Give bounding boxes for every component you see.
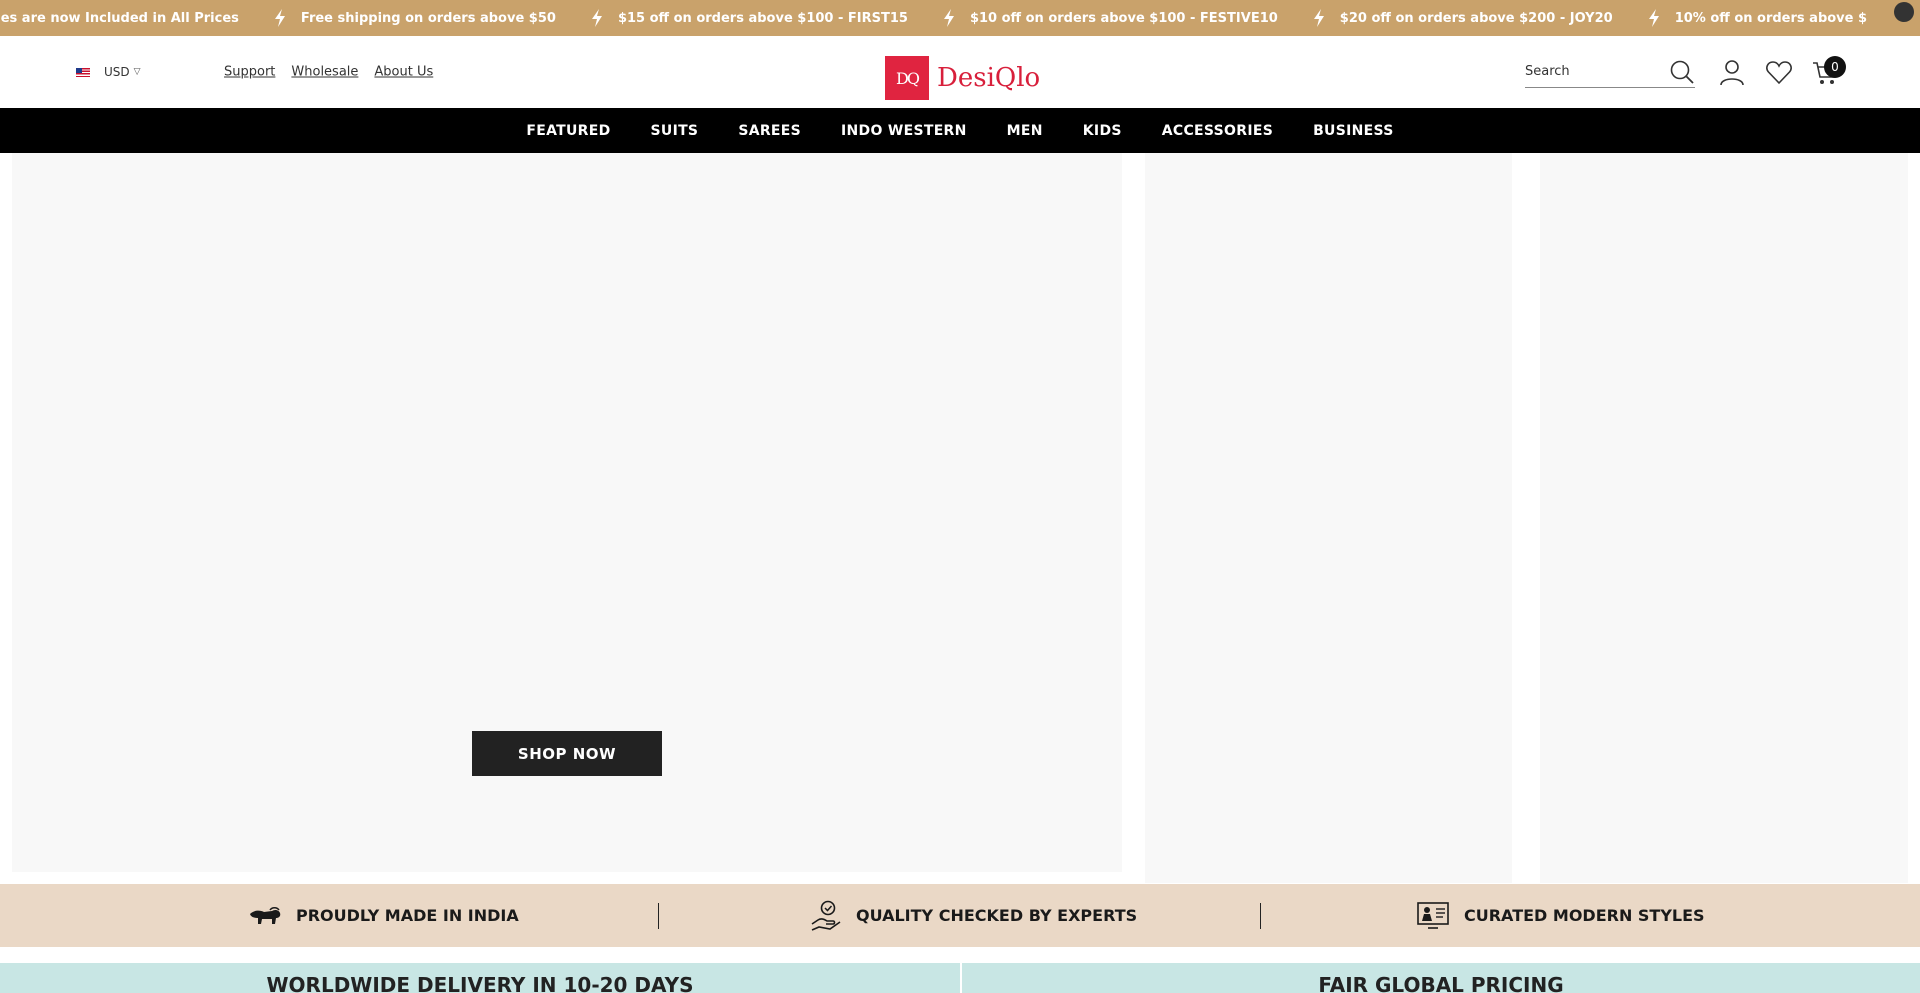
chat-bubble[interactable] xyxy=(1894,2,1914,22)
site-header: USD ▽ Support Wholesale About Us DQ Desi… xyxy=(0,36,1920,108)
announcement-text: $15 off on orders above $100 - FIRST15 xyxy=(617,10,908,26)
cart-count-badge: 0 xyxy=(1824,56,1846,78)
fair-pricing-strip: FAIR GLOBAL PRICING xyxy=(962,963,1920,993)
announcement-item: Free shipping on orders above $50 xyxy=(273,9,556,27)
logo-mark: DQ xyxy=(885,56,929,100)
lightning-icon xyxy=(943,9,954,27)
curated-style-monitor-icon xyxy=(1417,901,1449,929)
strip-label: WORLDWIDE DELIVERY IN 10-20 DAYS xyxy=(266,973,694,993)
nav-item-suits[interactable]: SUITS xyxy=(651,123,699,139)
announcement-item: $15 off on orders above $100 - FIRST15 xyxy=(590,9,908,27)
announcement-item: $20 off on orders above $200 - JOY20 xyxy=(1312,9,1613,27)
nav-item-featured[interactable]: FEATURED xyxy=(526,123,610,139)
lightning-icon xyxy=(1648,9,1659,27)
feature-label: QUALITY CHECKED BY EXPERTS xyxy=(856,906,1138,925)
us-flag-icon xyxy=(76,67,90,77)
logo-text: DesiQlo xyxy=(937,63,1041,93)
search-bar xyxy=(1525,56,1695,88)
announcement-text: Duties are now Included in All Prices xyxy=(0,10,239,26)
worldwide-delivery-strip: WORLDWIDE DELIVERY IN 10-20 DAYS xyxy=(0,963,960,993)
feature-divider xyxy=(658,903,659,929)
features-bar: PROUDLY MADE IN INDIA QUALITY CHECKED BY… xyxy=(0,884,1920,947)
nav-item-sarees[interactable]: SAREES xyxy=(738,123,801,139)
lightning-icon xyxy=(1313,9,1324,27)
announcement-text: $10 off on orders above $100 - FESTIVE10 xyxy=(969,10,1278,26)
nav-item-accessories[interactable]: ACCESSORIES xyxy=(1162,123,1273,139)
currency-label: USD xyxy=(104,65,130,79)
feature-label: PROUDLY MADE IN INDIA xyxy=(296,906,519,925)
announcement-text: 10% off on orders above $ xyxy=(1674,10,1868,26)
search-input[interactable] xyxy=(1525,64,1655,79)
announcement-item: Duties are now Included in All Prices xyxy=(0,11,239,26)
announcement-track: Duties are now Included in All Prices Fr… xyxy=(0,0,1901,36)
hero-side-banner-1[interactable] xyxy=(1145,153,1512,883)
shop-now-button[interactable]: SHOP NOW xyxy=(472,731,662,776)
feature-label: CURATED MODERN STYLES xyxy=(1464,906,1705,925)
chevron-down-icon: ▽ xyxy=(133,67,141,77)
lightning-icon xyxy=(591,9,602,27)
feature-divider xyxy=(1260,903,1261,929)
feature-quality-checked: QUALITY CHECKED BY EXPERTS xyxy=(810,884,1137,947)
nav-item-men[interactable]: MEN xyxy=(1007,123,1043,139)
hero-side-banner-2[interactable] xyxy=(1540,153,1908,883)
announcement-text: Free shipping on orders above $50 xyxy=(300,10,556,26)
lion-icon xyxy=(250,906,281,924)
user-icon[interactable] xyxy=(1718,58,1746,86)
currency-selector[interactable]: USD ▽ xyxy=(76,65,141,79)
feature-curated-styles: CURATED MODERN STYLES xyxy=(1416,884,1705,947)
support-link[interactable]: Support xyxy=(224,65,275,80)
feature-made-in-india: PROUDLY MADE IN INDIA xyxy=(248,884,519,947)
nav-item-business[interactable]: BUSINESS xyxy=(1313,123,1394,139)
announcement-bar: Duties are now Included in All Prices Fr… xyxy=(0,0,1920,36)
nav-item-indo-western[interactable]: INDO WESTERN xyxy=(841,123,967,139)
main-nav: FEATURED SUITS SAREES INDO WESTERN MEN K… xyxy=(0,108,1920,153)
top-links: Support Wholesale About Us xyxy=(224,65,433,80)
wholesale-link[interactable]: Wholesale xyxy=(291,65,358,80)
heart-icon[interactable] xyxy=(1765,58,1793,86)
lightning-icon xyxy=(274,9,285,27)
nav-item-kids[interactable]: KIDS xyxy=(1083,123,1122,139)
search-icon[interactable] xyxy=(1669,59,1695,85)
site-logo[interactable]: DQ DesiQlo xyxy=(885,56,1040,100)
strip-label: FAIR GLOBAL PRICING xyxy=(1318,973,1564,993)
quality-badge-hand-icon xyxy=(811,900,841,931)
about-us-link[interactable]: About Us xyxy=(374,65,433,80)
announcement-item: 10% off on orders above $ xyxy=(1647,9,1867,27)
announcement-item: $10 off on orders above $100 - FESTIVE10 xyxy=(942,9,1278,27)
announcement-text: $20 off on orders above $200 - JOY20 xyxy=(1339,10,1613,26)
